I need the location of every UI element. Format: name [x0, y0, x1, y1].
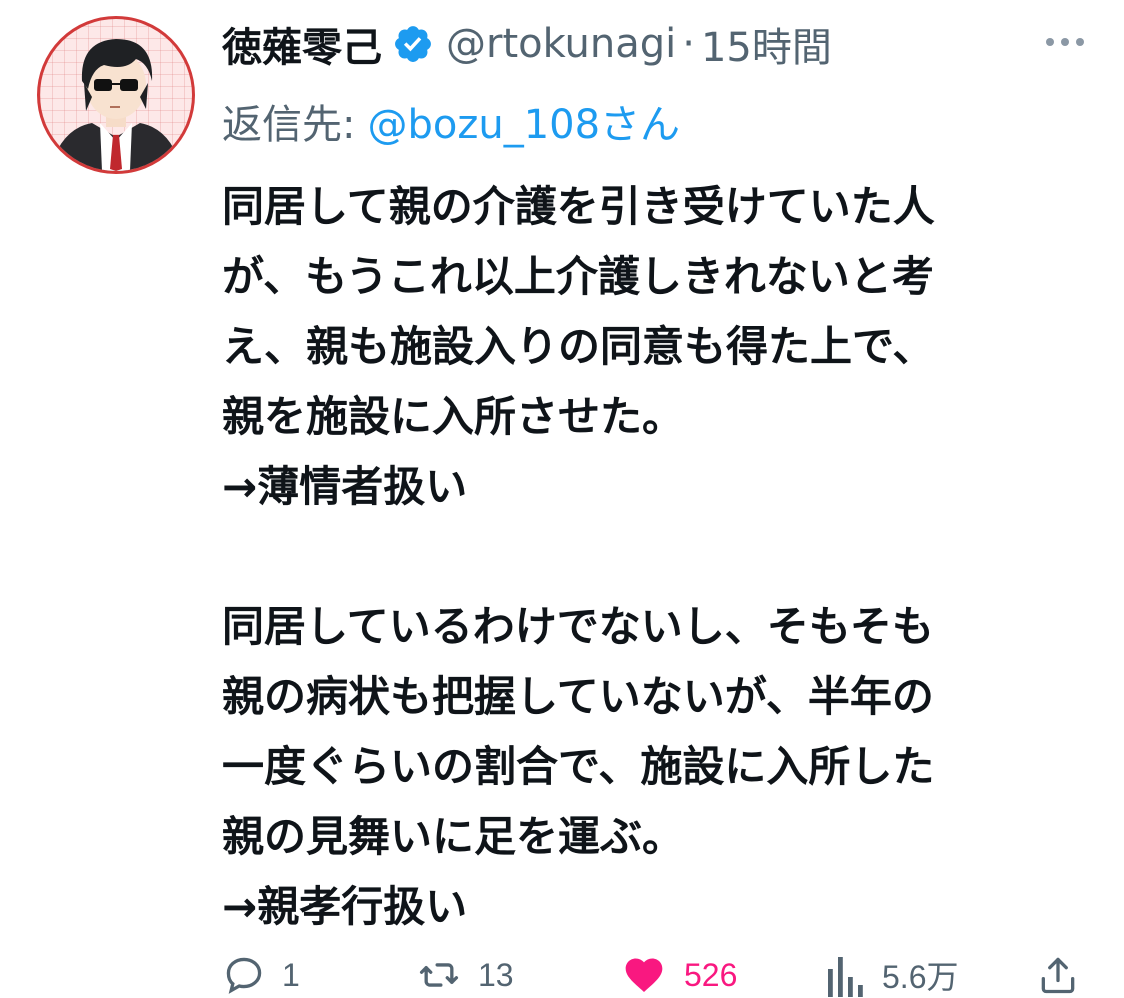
verified-badge-icon: [395, 26, 431, 62]
reply-count: 1: [282, 956, 300, 993]
heart-icon: [625, 958, 663, 993]
avatar[interactable]: [37, 16, 195, 174]
author-display-name[interactable]: 徳薙零己: [222, 15, 382, 73]
tweet-text-line: が、もうこれ以上介護しきれないと考: [222, 252, 934, 301]
like-button[interactable]: 526: [620, 952, 737, 998]
views-icon: [828, 957, 863, 997]
tweet-timestamp[interactable]: 15時間: [701, 15, 832, 73]
views-count: 5.6万: [882, 959, 959, 995]
reply-prefix: 返信先:: [222, 102, 356, 148]
reply-context: 返信先: @bozu_108さん: [222, 92, 680, 150]
reply-icon: [226, 957, 262, 994]
retweet-button[interactable]: 13: [416, 952, 514, 998]
share-icon: [1041, 957, 1075, 994]
avatar-illustration: [50, 39, 182, 171]
tweet-header: 徳薙零己 @rtokunagi · 15時間: [222, 12, 832, 76]
tweet-text-line: 親の見舞いに足を運ぶ。: [222, 812, 685, 861]
retweet-icon: [419, 963, 459, 987]
more-options-icon[interactable]: [1040, 22, 1090, 62]
tweet-text-line: 一度ぐらいの割合で、施設に入所した: [222, 742, 935, 791]
header-separator: ·: [682, 21, 695, 67]
tweet-actions-bar: 1 13 526 5.6万: [222, 952, 1102, 998]
reply-button[interactable]: 1: [222, 952, 300, 998]
tweet-text-line: 同居しているわけでないし、そもそも: [222, 602, 934, 651]
tweet-text-line: 親の病状も把握していないが、半年の: [222, 672, 934, 721]
tweet: 徳薙零己 @rtokunagi · 15時間 返信先: @bozu_108さん 同…: [0, 0, 1124, 998]
retweet-count: 13: [478, 956, 514, 993]
tweet-text-line: →親孝行扱い: [222, 882, 468, 931]
reply-mention-link[interactable]: @bozu_108さん: [367, 102, 680, 148]
share-button[interactable]: [1036, 952, 1080, 998]
tweet-text-line: 親を施設に入所させた。: [222, 392, 685, 441]
tweet-text-line: →薄情者扱い: [222, 462, 468, 511]
tweet-text-line: 同居して親の介護を引き受けていた人: [222, 182, 935, 231]
tweet-body: 同居して親の介護を引き受けていた人 が、もうこれ以上介護しきれないと考 え、親も…: [222, 172, 1102, 942]
views-button[interactable]: 5.6万: [826, 952, 959, 998]
tweet-text-line: え、親も施設入りの同意も得た上で、: [222, 322, 935, 371]
author-handle[interactable]: @rtokunagi: [446, 21, 676, 67]
like-count: 526: [684, 956, 738, 993]
